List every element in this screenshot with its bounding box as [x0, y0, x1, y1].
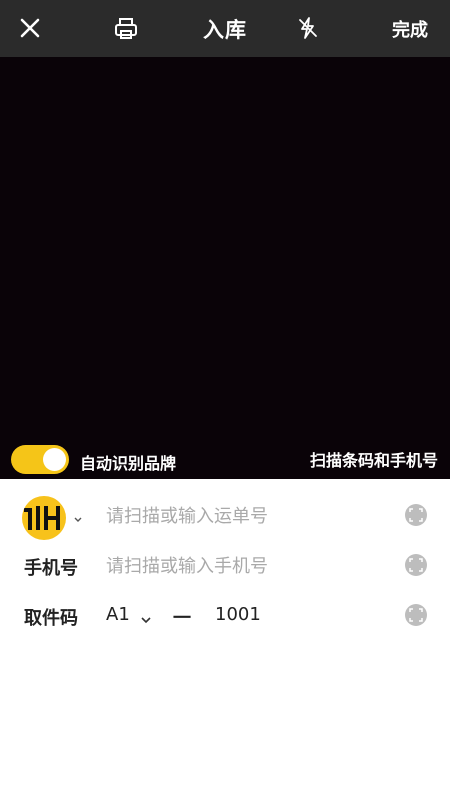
chevron-down-icon[interactable]	[140, 610, 152, 624]
pickup-code-row: 取件码 A1 一 1001	[0, 596, 450, 636]
tracking-row	[0, 496, 450, 540]
camera-preview	[0, 57, 450, 479]
scan-hint: 扫描条码和手机号	[309, 451, 438, 470]
auto-brand-label: 自动识别品牌	[80, 454, 177, 473]
scan-icon[interactable]	[405, 554, 427, 576]
brand-logo[interactable]	[22, 496, 66, 540]
pickup-code-label: 取件码	[24, 608, 78, 629]
chevron-down-icon[interactable]	[73, 510, 83, 522]
top-bar: 入库 完成	[0, 0, 450, 57]
phone-label: 手机号	[24, 558, 78, 579]
scan-icon[interactable]	[405, 604, 427, 626]
tracking-number-input[interactable]	[106, 502, 386, 530]
pickup-number[interactable]: 1001	[215, 604, 261, 625]
separator: 一	[173, 608, 191, 629]
phone-row: 手机号	[0, 546, 450, 586]
flash-off-icon[interactable]	[294, 14, 322, 42]
scan-icon[interactable]	[405, 504, 427, 526]
toggle-knob	[43, 448, 66, 471]
page-title: 入库	[203, 18, 247, 42]
shelf-select[interactable]: A1	[106, 604, 130, 625]
phone-input[interactable]	[106, 552, 386, 580]
done-button[interactable]: 完成	[392, 16, 428, 42]
inbound-form: 手机号 取件码 A1 一 1001	[0, 479, 450, 800]
auto-brand-toggle[interactable]	[11, 445, 69, 474]
